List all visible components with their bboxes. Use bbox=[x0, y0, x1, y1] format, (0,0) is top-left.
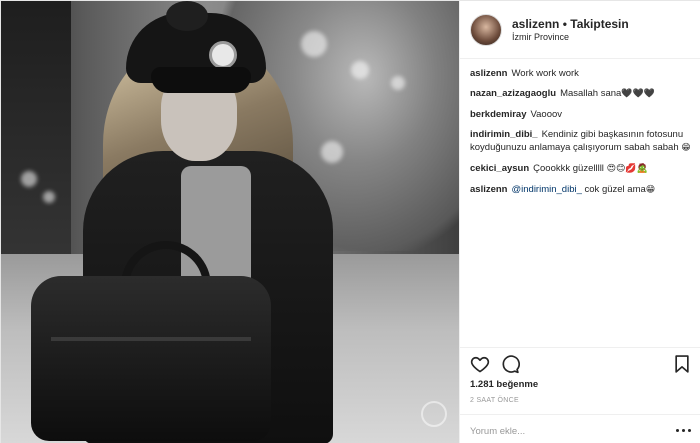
comment-item: aslizenn Work work work bbox=[470, 67, 695, 80]
comment-icon[interactable] bbox=[500, 354, 520, 374]
comment-author[interactable]: cekici_aysun bbox=[470, 163, 529, 174]
more-options-icon[interactable] bbox=[676, 425, 692, 435]
heart-icon[interactable] bbox=[470, 354, 490, 374]
separator-dot: • bbox=[562, 17, 567, 31]
comment-author[interactable]: aslizenn bbox=[470, 68, 508, 79]
comment-item: aslizenn @indirimin_dibi_ cok güzel ama😁 bbox=[470, 183, 695, 197]
comment-author[interactable]: berkdemiray bbox=[470, 109, 527, 120]
follow-status-button[interactable]: Takiptesin bbox=[570, 17, 628, 31]
author-username[interactable]: aslizenn bbox=[512, 17, 559, 31]
comment-author[interactable]: aslizenn bbox=[470, 184, 508, 195]
comment-author[interactable]: nazan_azizagaoglu bbox=[470, 88, 556, 99]
more-dot bbox=[676, 429, 679, 432]
comment-item: cekici_aysun Çoookkk güzelllll 😍😊💋🧟 bbox=[470, 162, 695, 176]
comment-item: berkdemiray Vaooov bbox=[470, 108, 695, 121]
bookmark-icon[interactable] bbox=[672, 354, 692, 374]
photo-bokeh bbox=[351, 61, 369, 79]
comment-text: Work work work bbox=[511, 68, 579, 79]
post-header: aslizenn • Takiptesin İzmir Province bbox=[460, 1, 700, 59]
add-comment-bar bbox=[460, 414, 700, 443]
subject-handbag bbox=[31, 276, 271, 441]
comments-list[interactable]: aslizenn Work work work nazan_azizagaoglu… bbox=[470, 67, 695, 347]
comment-item: indirimin_dibi_ Kendiniz gibi başkasının … bbox=[470, 128, 695, 155]
subject-beanie-pompom bbox=[166, 1, 208, 31]
photo-watermark-logo bbox=[421, 401, 447, 427]
author-line: aslizenn • Takiptesin bbox=[512, 17, 629, 31]
post-actions-bar bbox=[460, 347, 700, 377]
comment-emoji: 🖤🖤🖤 bbox=[621, 89, 655, 99]
photo-subject bbox=[31, 1, 351, 443]
photo-bokeh bbox=[391, 76, 405, 90]
post-location[interactable]: İzmir Province bbox=[512, 32, 569, 42]
comment-emoji: 😁 bbox=[645, 185, 656, 195]
author-avatar[interactable] bbox=[470, 14, 502, 46]
comment-text: Masallah sana bbox=[560, 88, 622, 99]
likes-count[interactable]: 1.281 beğenme bbox=[470, 379, 538, 390]
beanie-badge bbox=[209, 41, 237, 69]
more-dot bbox=[688, 429, 691, 432]
comment-mention[interactable]: @indirimin_dibi_ bbox=[512, 184, 582, 195]
comment-item: nazan_azizagaoglu Masallah sana🖤🖤🖤 bbox=[470, 87, 695, 101]
comment-emoji: 😍😊💋🧟 bbox=[606, 164, 648, 174]
instagram-post: aslizenn • Takiptesin İzmir Province asl… bbox=[0, 0, 700, 443]
comment-text: Vaooov bbox=[530, 109, 563, 120]
post-timestamp: 2 SAAT ÖNCE bbox=[470, 397, 519, 404]
more-dot bbox=[682, 429, 685, 432]
post-photo[interactable] bbox=[1, 1, 459, 443]
handbag-flap bbox=[51, 311, 251, 341]
comment-text: cok güzel ama bbox=[584, 184, 646, 195]
comment-text: Çoookkk güzelllll bbox=[533, 163, 604, 174]
comment-author[interactable]: indirimin_dibi_ bbox=[470, 129, 538, 140]
add-comment-input[interactable] bbox=[470, 423, 670, 439]
post-side-panel: aslizenn • Takiptesin İzmir Province asl… bbox=[459, 1, 700, 443]
subject-sunglasses bbox=[151, 67, 251, 93]
comment-emoji: 😁 bbox=[681, 143, 691, 153]
